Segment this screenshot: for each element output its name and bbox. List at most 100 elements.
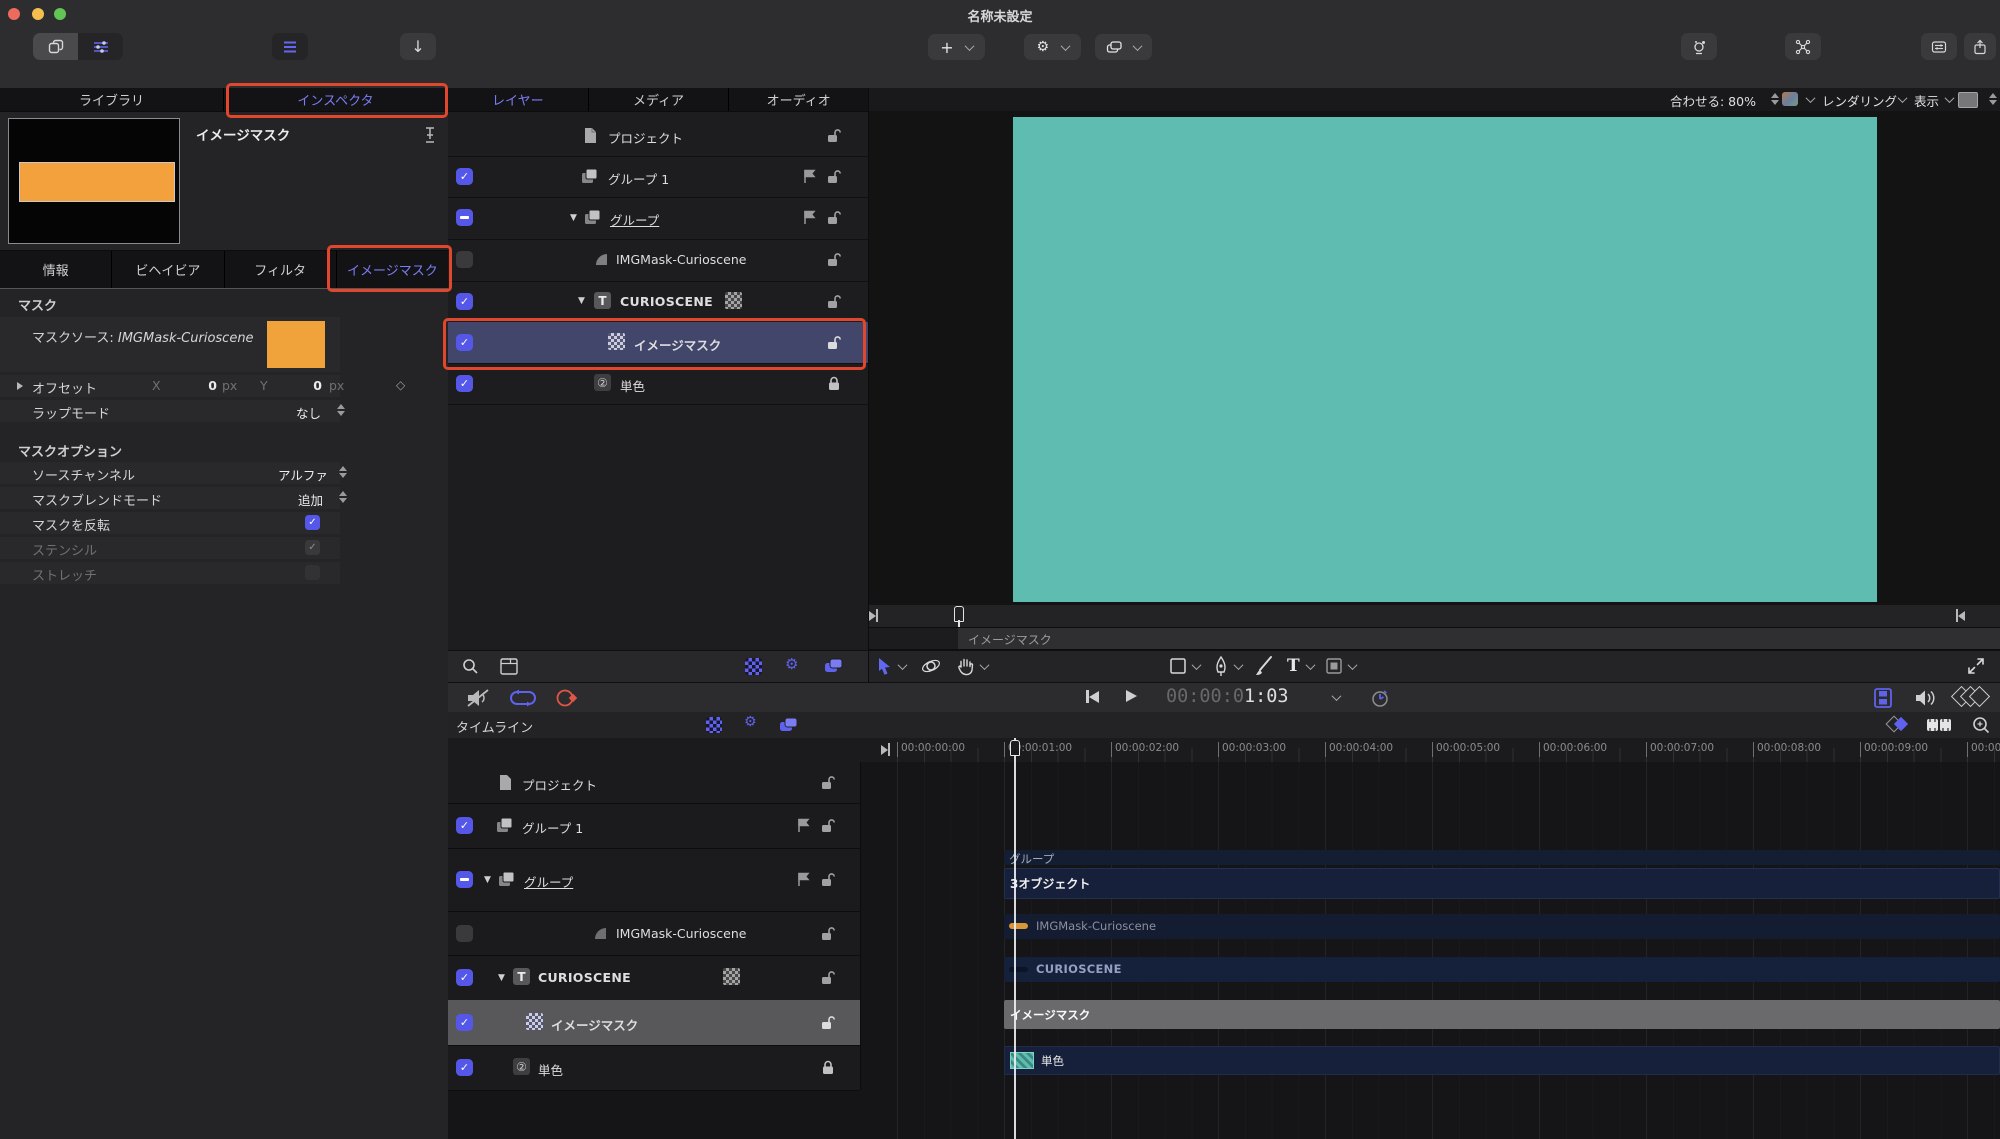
timeline-zoom-icon[interactable] bbox=[1972, 716, 1990, 734]
chevron-down-icon[interactable] bbox=[1944, 93, 1955, 104]
chevron-down-icon[interactable] bbox=[1331, 691, 1342, 702]
show-masks-icon[interactable] bbox=[745, 658, 762, 675]
layer-row-imgmask[interactable]: IMGMask-Curioscene bbox=[448, 239, 1014, 282]
layer-visibility-checkbox[interactable]: ✓ bbox=[456, 817, 473, 834]
image-mask-badge-icon[interactable] bbox=[725, 292, 742, 309]
chevron-down-icon[interactable] bbox=[1191, 660, 1202, 671]
layer-visibility-checkbox-mixed[interactable] bbox=[456, 209, 473, 226]
layer-visibility-checkbox[interactable]: ✓ bbox=[456, 969, 473, 986]
mute-icon[interactable] bbox=[466, 688, 492, 708]
share-button[interactable] bbox=[1964, 33, 1996, 60]
unlock-icon[interactable] bbox=[820, 817, 836, 833]
timeline-in-marker[interactable] bbox=[881, 743, 890, 756]
timer-icon[interactable] bbox=[1370, 688, 1390, 708]
unlock-icon[interactable] bbox=[820, 969, 836, 985]
tab-image-mask[interactable]: イメージマスク bbox=[337, 251, 448, 288]
layer-visibility-checkbox[interactable]: ✓ bbox=[456, 375, 473, 392]
disclosure-down-icon[interactable]: ▼ bbox=[484, 875, 491, 885]
flag-icon[interactable] bbox=[796, 817, 812, 833]
layer-visibility-checkbox[interactable] bbox=[456, 251, 473, 268]
timeline-row-project[interactable]: プロジェクト bbox=[448, 762, 860, 804]
track-bar-objects[interactable]: 3オブジェクト bbox=[1004, 868, 2000, 899]
search-icon[interactable] bbox=[462, 658, 479, 675]
lock-icon[interactable] bbox=[820, 1059, 836, 1075]
offset-y-value[interactable]: 0 bbox=[300, 378, 322, 393]
offset-x-value[interactable]: 0 bbox=[195, 378, 217, 393]
layer-row-imagemask-selected[interactable]: ✓ イメージマスク bbox=[448, 322, 1014, 364]
layer-row-group[interactable]: ▼ グループ bbox=[448, 197, 1014, 240]
timeline-keyframes-icon[interactable] bbox=[1885, 715, 1909, 733]
selected-object-bar[interactable]: イメージマスク bbox=[958, 628, 2000, 649]
view-menu[interactable]: 表示 bbox=[1914, 91, 1939, 110]
unlock-icon[interactable] bbox=[820, 925, 836, 941]
disclosure-down-icon[interactable]: ▼ bbox=[570, 213, 577, 223]
fullscreen-icon[interactable] bbox=[1967, 657, 1985, 675]
flag-icon[interactable] bbox=[802, 168, 818, 184]
select-tool-icon[interactable] bbox=[877, 657, 892, 676]
chevron-down-icon[interactable] bbox=[979, 660, 990, 671]
unlock-icon[interactable] bbox=[826, 209, 842, 225]
hud-button[interactable] bbox=[1921, 33, 1957, 60]
chevron-down-icon[interactable] bbox=[1897, 93, 1908, 104]
flag-icon[interactable] bbox=[802, 209, 818, 225]
tab-filters[interactable]: フィルタ bbox=[225, 251, 337, 288]
lock-icon[interactable] bbox=[826, 375, 842, 391]
zoom-level-control[interactable]: 合わせる: 80% bbox=[1670, 91, 1756, 110]
chevron-down-icon[interactable] bbox=[897, 660, 908, 671]
timeline-row-imgmask[interactable]: IMGMask-Curioscene bbox=[448, 911, 860, 956]
unlock-icon[interactable] bbox=[820, 871, 836, 887]
replicator-button[interactable] bbox=[1785, 33, 1821, 60]
paint-stroke-tool-icon[interactable] bbox=[1254, 655, 1274, 677]
make-particles-button[interactable] bbox=[1681, 33, 1717, 60]
mini-timeline[interactable] bbox=[869, 605, 2000, 628]
timeline-row-group1[interactable]: ✓ グループ 1 bbox=[448, 803, 860, 849]
filmstrip-view-icon[interactable] bbox=[500, 658, 518, 675]
canvas-viewport[interactable] bbox=[869, 111, 2000, 605]
blend-mode-stepper[interactable] bbox=[339, 491, 347, 503]
render-menu[interactable]: レンダリング bbox=[1822, 91, 1897, 110]
unlock-icon[interactable] bbox=[820, 1014, 836, 1030]
wrap-mode-value[interactable]: なし bbox=[296, 403, 321, 422]
layer-visibility-checkbox[interactable]: ✓ bbox=[456, 1059, 473, 1076]
disclosure-down-icon[interactable]: ▼ bbox=[578, 296, 585, 306]
source-channel-stepper[interactable] bbox=[339, 466, 347, 478]
text-tool-icon[interactable]: T bbox=[1287, 656, 1300, 676]
tab-audio[interactable]: オーディオ bbox=[729, 88, 868, 111]
show-behaviors-gear-icon[interactable]: ⚙ bbox=[785, 655, 798, 673]
tab-behaviors[interactable]: ビヘイビア bbox=[112, 251, 225, 288]
timeline-playhead-pin[interactable] bbox=[1010, 740, 1020, 756]
transform-3d-tool-icon[interactable] bbox=[921, 656, 941, 676]
layer-row-project[interactable]: プロジェクト bbox=[448, 115, 868, 157]
show-video-timeline-icon[interactable] bbox=[1872, 688, 1894, 708]
show-filters-icon[interactable] bbox=[823, 656, 845, 676]
layer-row-curioscene[interactable]: ✓ ▼ T CURIOSCENE bbox=[448, 281, 1014, 323]
bezier-tool-icon[interactable] bbox=[1212, 655, 1230, 677]
track-bar-imagemask-selected[interactable]: イメージマスク bbox=[1004, 1000, 2000, 1029]
track-bar-solid[interactable]: 単色 bbox=[1004, 1046, 2000, 1075]
timeline-show-masks-icon[interactable] bbox=[706, 717, 722, 733]
layout-box-icon[interactable] bbox=[1958, 92, 1978, 108]
timeline-row-curioscene[interactable]: ✓ ▼ T CURIOSCENE bbox=[448, 955, 860, 1001]
unlock-icon[interactable] bbox=[826, 251, 842, 267]
tab-layers[interactable]: レイヤー bbox=[448, 88, 589, 111]
import-button[interactable]: ↓ bbox=[400, 33, 436, 60]
library-toggle-button[interactable] bbox=[33, 33, 78, 60]
layer-visibility-checkbox[interactable] bbox=[456, 925, 473, 942]
tab-library[interactable]: ライブラリ bbox=[0, 88, 224, 111]
track-bar-group[interactable]: グループ bbox=[1004, 850, 2000, 866]
show-audio-timeline-icon[interactable] bbox=[1914, 688, 1938, 708]
record-animation-icon[interactable] bbox=[554, 688, 580, 708]
unlock-icon[interactable] bbox=[826, 293, 842, 309]
zoom-stepper[interactable] bbox=[1771, 93, 1779, 105]
view-stepper[interactable] bbox=[1989, 93, 1997, 105]
hand-tool-icon[interactable] bbox=[957, 656, 975, 676]
current-timecode[interactable]: 00:00:01:03 bbox=[1166, 686, 1289, 707]
show-keyframe-editor-icon[interactable] bbox=[1950, 685, 1991, 708]
mask-source-swatch[interactable] bbox=[267, 321, 325, 368]
disclosure-down-icon[interactable]: ▼ bbox=[498, 973, 505, 983]
timeline-playhead-line[interactable] bbox=[1014, 738, 1016, 1139]
source-channel-value[interactable]: アルファ bbox=[278, 465, 328, 484]
canvas-teal-artboard[interactable] bbox=[1013, 117, 1877, 602]
track-bar-imgmask[interactable]: IMGMask-Curioscene bbox=[1004, 914, 2000, 939]
flag-icon[interactable] bbox=[796, 871, 812, 887]
